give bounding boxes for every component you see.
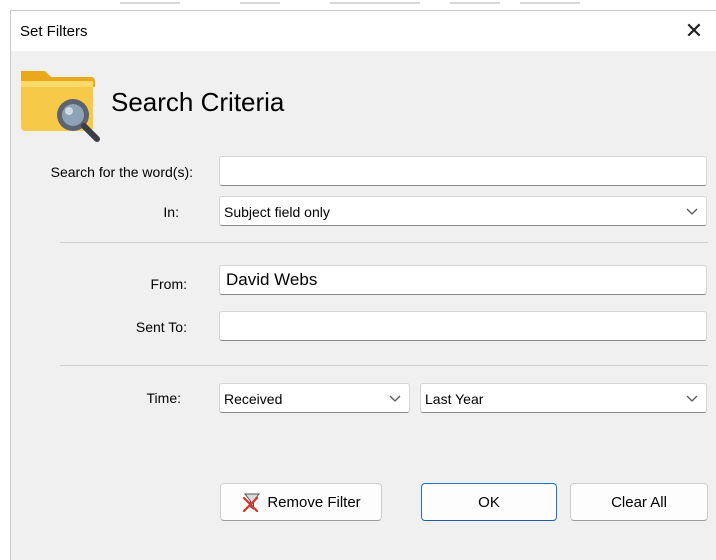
- time-label: Time:: [146, 390, 181, 406]
- separator: [60, 242, 708, 243]
- header-title: Search Criteria: [111, 87, 285, 117]
- sent-to-input[interactable]: [219, 311, 707, 341]
- time-range-select[interactable]: Last Year: [420, 383, 707, 413]
- close-icon: ✕: [684, 18, 704, 43]
- remove-filter-icon: [243, 493, 261, 513]
- time-range-value: Last Year: [425, 391, 484, 407]
- folder-search-icon: [21, 71, 100, 142]
- ok-label: OK: [478, 493, 500, 511]
- separator: [60, 365, 708, 366]
- chevron-down-icon: [389, 395, 401, 402]
- in-select[interactable]: Subject field only: [219, 196, 707, 226]
- close-button[interactable]: ✕: [672, 11, 716, 51]
- chevron-down-icon: [686, 395, 698, 402]
- clear-all-button[interactable]: Clear All: [570, 483, 708, 521]
- clear-all-label: Clear All: [611, 493, 667, 511]
- in-select-value: Subject field only: [224, 204, 330, 220]
- chevron-down-icon: [686, 208, 698, 215]
- in-label: In:: [163, 204, 179, 220]
- ok-button[interactable]: OK: [421, 483, 557, 521]
- time-type-value: Received: [224, 391, 283, 407]
- remove-filter-button[interactable]: Remove Filter: [220, 483, 382, 521]
- background-window-strip: [0, 0, 716, 10]
- sent-to-label: Sent To:: [135, 319, 187, 335]
- search-words-label: Search for the word(s):: [50, 164, 193, 180]
- search-words-input[interactable]: [219, 156, 707, 186]
- from-input[interactable]: [219, 265, 707, 295]
- window-title: Set Filters: [20, 23, 88, 40]
- time-type-select[interactable]: Received: [219, 383, 410, 413]
- from-label: From:: [150, 276, 187, 292]
- set-filters-dialog: Set Filters ✕ Search Criteria Search for…: [10, 10, 716, 560]
- remove-filter-label: Remove Filter: [267, 493, 361, 511]
- title-bar: Set Filters ✕: [11, 11, 716, 51]
